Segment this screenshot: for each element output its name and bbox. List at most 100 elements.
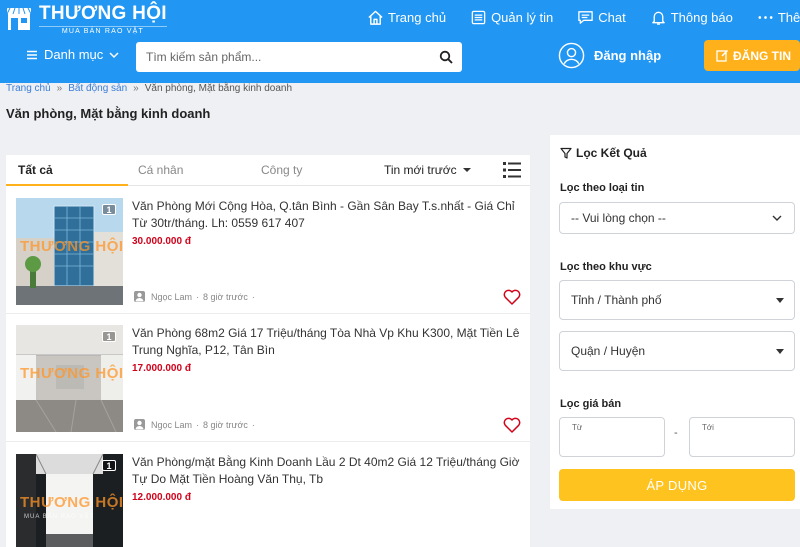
seller-avatar-icon (134, 291, 145, 302)
province-select-value: Tỉnh / Thành phố (571, 293, 662, 307)
district-select-value: Quận / Huyện (571, 344, 646, 358)
top-header: THƯƠNG HỘI MUA BÁN RAO VẶT Trang chủ Quả… (0, 0, 800, 83)
listing-thumbnail[interactable]: THƯƠNG HỘI MUA BÁN RAO VẶT 1 (16, 454, 123, 547)
caret-down-icon (462, 168, 471, 172)
category-menu-label: Danh mục (44, 47, 104, 62)
listing-item[interactable]: THƯƠNG HỘI 1 Văn Phòng Mới Cộng Hòa, Q.t… (6, 186, 530, 314)
meta-dot: · (196, 291, 200, 302)
listing-panel: Tất cả Cá nhân Công ty Tin mới trước THƯ… (6, 155, 530, 547)
image-count-badge: 1 (102, 460, 116, 471)
apply-filter-button[interactable]: ÁP DỤNG (559, 469, 795, 501)
meta-dot: · (251, 291, 255, 302)
search-icon[interactable] (439, 50, 453, 64)
home-icon (368, 10, 383, 25)
post-time: 8 giờ trước (203, 291, 248, 302)
image-count: 1 (102, 204, 116, 215)
listing-price: 17.000.000 đ (132, 363, 191, 374)
category-menu-button[interactable]: Danh mục (26, 47, 120, 62)
sort-dropdown[interactable]: Tin mới trước (384, 163, 471, 177)
login-button[interactable]: Đăng nhập (558, 42, 661, 69)
listing-meta: Ngọc Lam · 8 giờ trước · (134, 419, 259, 430)
top-nav: Trang chủ Quản lý tin Chat Thông báo Thê… (367, 8, 800, 26)
tab-all[interactable]: Tất cả (18, 163, 53, 177)
brand-name: THƯƠNG HỘI (39, 3, 167, 24)
watermark-text: THƯƠNG HỘI (20, 365, 123, 382)
list-icon (471, 10, 486, 24)
watermark-subtext: MUA BÁN RAO VẶT (24, 514, 95, 520)
price-to-placeholder: Tới (702, 423, 714, 432)
image-count-badge: 1 (102, 331, 116, 342)
breadcrumb: Trang chủ » Bất động sản » Văn phòng, Mặ… (6, 83, 292, 94)
listing-meta: Ngọc Lam · 8 giờ trước · (134, 291, 259, 302)
login-label: Đăng nhập (594, 48, 662, 63)
sort-label: Tin mới trước (384, 163, 457, 177)
nav-manage-posts-label: Quản lý tin (491, 9, 554, 25)
listing-title[interactable]: Văn Phòng Mới Cộng Hòa, Q.tân Bình - Gần… (132, 198, 524, 232)
search-input[interactable] (146, 50, 426, 64)
site-logo[interactable]: THƯƠNG HỘI MUA BÁN RAO VẶT (6, 4, 167, 35)
nav-manage-posts[interactable]: Quản lý tin (470, 8, 553, 26)
price-from-placeholder: Từ (572, 423, 583, 432)
nav-home-label: Trang chủ (388, 9, 447, 25)
post-ad-button[interactable]: ĐĂNG TIN (704, 40, 800, 71)
hamburger-icon (27, 50, 37, 59)
list-view-icon[interactable] (502, 160, 522, 180)
price-from-input[interactable]: Từ (559, 417, 665, 457)
tab-personal[interactable]: Cá nhân (138, 163, 183, 177)
listing-item[interactable]: THƯƠNG HỘI 1 Văn Phòng 68m2 Giá 17 Triệu… (6, 314, 530, 442)
seller-avatar-icon (134, 419, 145, 430)
nav-chat-label: Chat (598, 9, 626, 25)
listing-price: 30.000.000 đ (132, 236, 191, 247)
nav-notifications[interactable]: Thông báo (650, 8, 733, 26)
price-filter-label: Lọc giá bán (560, 398, 622, 410)
listing-item[interactable]: THƯƠNG HỘI MUA BÁN RAO VẶT 1 Văn Phòng/m… (6, 442, 530, 547)
caret-down-icon (776, 349, 784, 354)
nav-chat[interactable]: Chat (577, 8, 626, 26)
seller-name: Ngọc Lam (151, 419, 193, 430)
price-range-dash: - (674, 427, 678, 439)
filter-title: Lọc Kết Quả (560, 146, 647, 160)
post-ad-label: ĐĂNG TIN (733, 48, 791, 63)
breadcrumb-real-estate[interactable]: Bất động sản (68, 83, 127, 94)
listing-thumbnail[interactable]: THƯƠNG HỘI 1 (16, 325, 123, 432)
breadcrumb-home[interactable]: Trang chủ (6, 83, 51, 94)
province-select[interactable]: Tỉnh / Thành phố (559, 280, 795, 320)
meta-dot: · (196, 419, 200, 430)
listing-thumbnail[interactable]: THƯƠNG HỘI 1 (16, 198, 123, 305)
listing-title[interactable]: Văn Phòng 68m2 Giá 17 Triệu/tháng Tòa Nh… (132, 325, 524, 359)
nav-more-label: Thêm (777, 9, 800, 25)
bell-icon (651, 11, 665, 25)
type-filter-label: Lọc theo loại tin (560, 182, 645, 194)
heart-icon[interactable] (503, 417, 521, 433)
seller-name: Ngọc Lam (151, 291, 193, 302)
breadcrumb-current: Văn phòng, Mặt bằng kinh doanh (144, 83, 293, 94)
filter-icon (560, 147, 572, 159)
chat-icon (578, 10, 593, 24)
meta-dot: · (251, 419, 255, 430)
watermark-text: THƯƠNG HỘI (20, 238, 123, 255)
filter-title-label: Lọc Kết Quả (576, 146, 647, 160)
listing-tabs: Tất cả Cá nhân Công ty Tin mới trước (6, 155, 530, 186)
post-time: 8 giờ trước (203, 419, 248, 430)
watermark-text: THƯƠNG HỘI (20, 494, 123, 511)
heart-icon[interactable] (503, 289, 521, 305)
image-count: 1 (102, 331, 116, 342)
chevron-down-icon (109, 51, 119, 58)
caret-down-icon (776, 298, 784, 303)
nav-more[interactable]: Thêm (757, 8, 800, 26)
edit-icon (716, 49, 729, 62)
search-box (136, 42, 462, 72)
type-select-value: -- Vui lòng chọn -- (571, 211, 666, 225)
district-select[interactable]: Quận / Huyện (559, 331, 795, 371)
type-select[interactable]: -- Vui lòng chọn -- (559, 202, 795, 234)
image-count: 1 (102, 460, 116, 471)
brand-tagline: MUA BÁN RAO VẶT (39, 26, 167, 35)
breadcrumb-separator: » (133, 83, 139, 94)
page-title: Văn phòng, Mặt bằng kinh doanh (6, 106, 211, 121)
nav-home[interactable]: Trang chủ (367, 8, 446, 26)
price-to-input[interactable]: Tới (689, 417, 795, 457)
tab-company[interactable]: Công ty (261, 163, 302, 177)
listing-title[interactable]: Văn Phòng/mặt Bằng Kinh Doanh Lầu 2 Dt 4… (132, 454, 524, 488)
chevron-down-icon (772, 215, 782, 221)
listing-price: 12.000.000 đ (132, 492, 191, 503)
